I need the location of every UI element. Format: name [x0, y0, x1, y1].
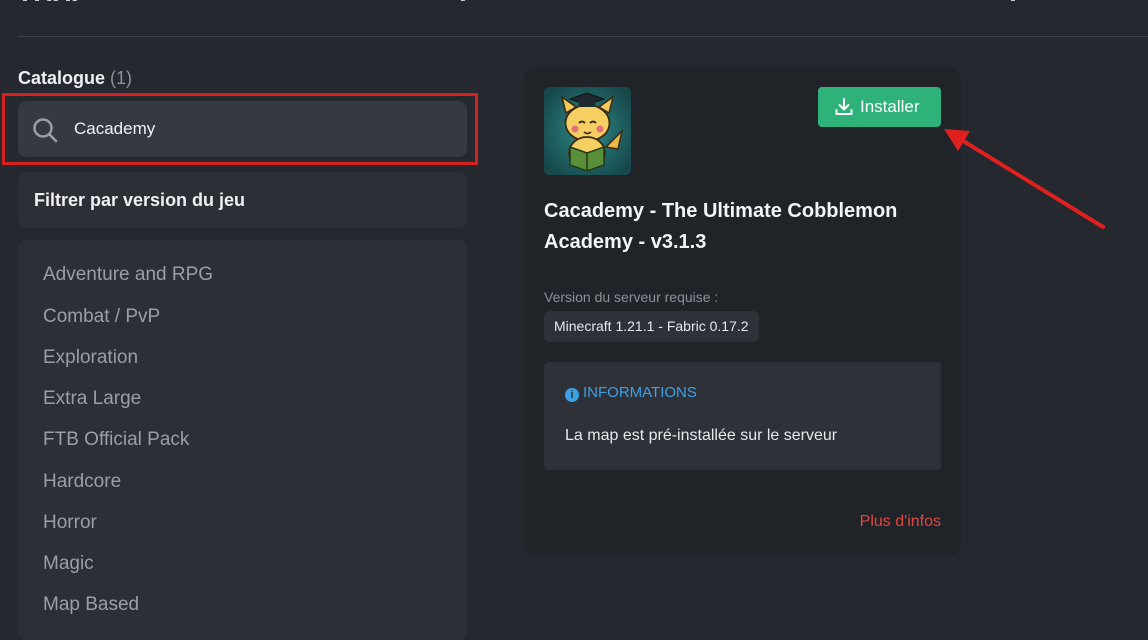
search-highlight-box [2, 93, 478, 165]
more-info-link[interactable]: Plus d'infos [860, 513, 941, 531]
required-version-label: Version du serveur requise : [544, 289, 719, 305]
modpack-card: Installer Cacademy - The Ultimate Cobble… [524, 67, 961, 556]
category-item[interactable]: Map Based [43, 594, 139, 616]
info-heading-label: INFORMATIONS [583, 384, 697, 401]
filter-game-version[interactable]: Filtrer par version du jeu [18, 172, 467, 228]
catalogue-count: (1) [110, 68, 133, 88]
category-item[interactable]: Magic [43, 553, 94, 575]
annotation-arrow [944, 129, 1105, 229]
category-item[interactable]: Combat / PvP [43, 306, 160, 328]
category-list: Adventure and RPG Combat / PvP Explorati… [18, 240, 467, 640]
install-button-label: Installer [860, 97, 920, 116]
info-text: La map est pré-installée sur le serveur [565, 427, 838, 444]
required-version-badge: Minecraft 1.21.1 - Fabric 0.17.2 [544, 311, 759, 342]
modpack-logo [544, 87, 631, 175]
header-divider [18, 36, 1148, 37]
category-item[interactable]: FTB Official Pack [43, 429, 189, 451]
category-item[interactable]: Exploration [43, 347, 138, 369]
top-text-fragment: ▪ ▪ ▪▪ ▪▪ ▪ ▪ [0, 0, 1148, 12]
category-item[interactable]: Adventure and RPG [43, 264, 213, 286]
info-heading: i INFORMATIONS [565, 384, 697, 402]
category-item[interactable]: Extra Large [43, 388, 141, 410]
download-icon [835, 98, 853, 115]
catalogue-title-label: Catalogue [18, 68, 106, 88]
install-button[interactable]: Installer [818, 87, 941, 127]
info-box: i INFORMATIONS La map est pré-installée s… [544, 362, 941, 470]
category-item[interactable]: Hardcore [43, 471, 121, 493]
modpack-title: Cacademy - The Ultimate Cobblemon Academ… [544, 200, 898, 253]
filter-game-version-label: Filtrer par version du jeu [34, 190, 246, 210]
catalogue-title: Catalogue (1) [18, 68, 132, 89]
info-icon: i [565, 388, 579, 402]
category-item[interactable]: Horror [43, 512, 97, 534]
